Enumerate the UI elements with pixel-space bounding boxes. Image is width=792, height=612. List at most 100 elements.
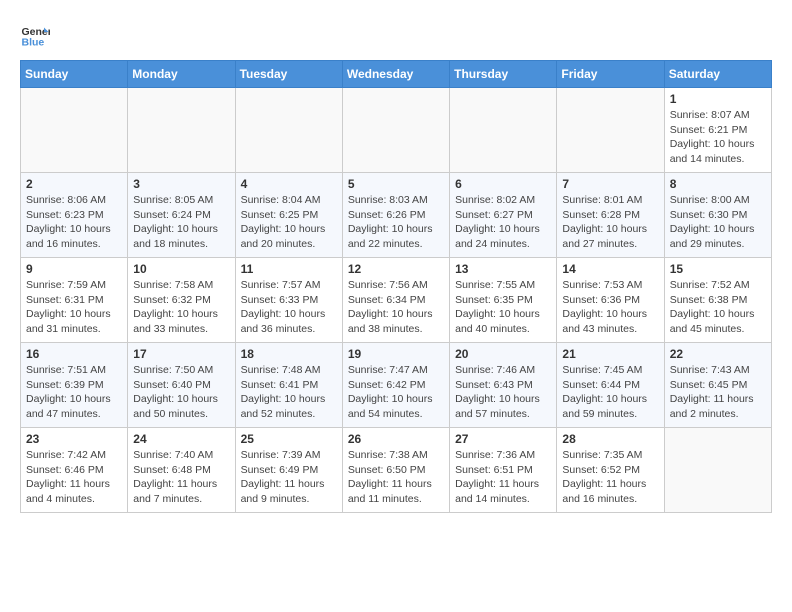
calendar-day-5: 5Sunrise: 8:03 AM Sunset: 6:26 PM Daylig… [342, 173, 449, 258]
day-number: 12 [348, 262, 444, 276]
day-number: 10 [133, 262, 229, 276]
calendar-day-24: 24 Sunrise: 7:40 AM Sunset: 6:48 PM Dayli… [128, 428, 235, 513]
calendar-empty-cell [450, 88, 557, 173]
calendar-day-21: 21 Sunrise: 7:45 AM Sunset: 6:44 PM Dayli… [557, 343, 664, 428]
day-info: Sunrise: 8:06 AM Sunset: 6:23 PM Dayligh… [26, 193, 122, 252]
day-info: Sunrise: 7:36 AM Sunset: 6:51 PM Dayligh… [455, 448, 551, 507]
calendar-empty-cell [664, 428, 771, 513]
calendar-day-18: 18 Sunrise: 7:48 AM Sunset: 6:41 PM Dayli… [235, 343, 342, 428]
day-info: Sunrise: 7:53 AM Sunset: 6:36 PM Dayligh… [562, 278, 658, 337]
calendar-week-row: 2 Sunrise: 8:06 AM Sunset: 6:23 PM Daylig… [21, 173, 772, 258]
day-info: Sunrise: 7:52 AM Sunset: 6:38 PM Dayligh… [670, 278, 766, 337]
day-number: 15 [670, 262, 766, 276]
day-number: 6 [455, 177, 551, 191]
day-number: 5 [348, 177, 444, 191]
weekday-header-sunday: Sunday [21, 61, 128, 88]
day-number: 14 [562, 262, 658, 276]
day-number: 1 [670, 92, 766, 106]
day-number: 4 [241, 177, 337, 191]
day-info: Sunrise: 7:59 AM Sunset: 6:31 PM Dayligh… [26, 278, 122, 337]
calendar-empty-cell [557, 88, 664, 173]
calendar-week-row: 16 Sunrise: 7:51 AM Sunset: 6:39 PM Dayli… [21, 343, 772, 428]
day-info: Sunrise: 8:02 AM Sunset: 6:27 PM Dayligh… [455, 193, 551, 252]
day-number: 23 [26, 432, 122, 446]
day-info: Sunrise: 7:51 AM Sunset: 6:39 PM Dayligh… [26, 363, 122, 422]
day-number: 9 [26, 262, 122, 276]
calendar-day-7: 7 Sunrise: 8:01 AM Sunset: 6:28 PM Daylig… [557, 173, 664, 258]
calendar-day-27: 27Sunrise: 7:36 AM Sunset: 6:51 PM Dayli… [450, 428, 557, 513]
calendar-day-10: 10 Sunrise: 7:58 AM Sunset: 6:32 PM Dayli… [128, 258, 235, 343]
day-number: 16 [26, 347, 122, 361]
day-info: Sunrise: 7:38 AM Sunset: 6:50 PM Dayligh… [348, 448, 444, 507]
day-number: 3 [133, 177, 229, 191]
weekday-header-tuesday: Tuesday [235, 61, 342, 88]
calendar-day-20: 20 Sunrise: 7:46 AM Sunset: 6:43 PM Dayli… [450, 343, 557, 428]
day-info: Sunrise: 7:47 AM Sunset: 6:42 PM Dayligh… [348, 363, 444, 422]
calendar-day-9: 9 Sunrise: 7:59 AM Sunset: 6:31 PM Daylig… [21, 258, 128, 343]
calendar-empty-cell [128, 88, 235, 173]
weekday-header-monday: Monday [128, 61, 235, 88]
calendar-empty-cell [21, 88, 128, 173]
calendar-week-row: 9 Sunrise: 7:59 AM Sunset: 6:31 PM Daylig… [21, 258, 772, 343]
day-number: 11 [241, 262, 337, 276]
calendar-empty-cell [342, 88, 449, 173]
calendar-day-1: 1 Sunrise: 8:07 AM Sunset: 6:21 PM Daylig… [664, 88, 771, 173]
day-info: Sunrise: 7:46 AM Sunset: 6:43 PM Dayligh… [455, 363, 551, 422]
day-info: Sunrise: 7:35 AM Sunset: 6:52 PM Dayligh… [562, 448, 658, 507]
calendar-day-2: 2 Sunrise: 8:06 AM Sunset: 6:23 PM Daylig… [21, 173, 128, 258]
calendar-day-15: 15 Sunrise: 7:52 AM Sunset: 6:38 PM Dayli… [664, 258, 771, 343]
day-number: 22 [670, 347, 766, 361]
weekday-header-saturday: Saturday [664, 61, 771, 88]
day-number: 24 [133, 432, 229, 446]
day-info: Sunrise: 8:05 AM Sunset: 6:24 PM Dayligh… [133, 193, 229, 252]
day-number: 21 [562, 347, 658, 361]
day-number: 18 [241, 347, 337, 361]
day-info: Sunrise: 7:45 AM Sunset: 6:44 PM Dayligh… [562, 363, 658, 422]
calendar-day-8: 8 Sunrise: 8:00 AM Sunset: 6:30 PM Daylig… [664, 173, 771, 258]
weekday-header-friday: Friday [557, 61, 664, 88]
logo-icon: General Blue [20, 20, 50, 50]
calendar-day-17: 17Sunrise: 7:50 AM Sunset: 6:40 PM Dayli… [128, 343, 235, 428]
day-info: Sunrise: 7:57 AM Sunset: 6:33 PM Dayligh… [241, 278, 337, 337]
calendar-day-12: 12Sunrise: 7:56 AM Sunset: 6:34 PM Dayli… [342, 258, 449, 343]
calendar-day-14: 14 Sunrise: 7:53 AM Sunset: 6:36 PM Dayli… [557, 258, 664, 343]
day-info: Sunrise: 8:04 AM Sunset: 6:25 PM Dayligh… [241, 193, 337, 252]
calendar-day-23: 23 Sunrise: 7:42 AM Sunset: 6:46 PM Dayli… [21, 428, 128, 513]
day-info: Sunrise: 8:00 AM Sunset: 6:30 PM Dayligh… [670, 193, 766, 252]
calendar-empty-cell [235, 88, 342, 173]
day-info: Sunrise: 7:40 AM Sunset: 6:48 PM Dayligh… [133, 448, 229, 507]
day-number: 8 [670, 177, 766, 191]
day-number: 7 [562, 177, 658, 191]
calendar-day-4: 4 Sunrise: 8:04 AM Sunset: 6:25 PM Daylig… [235, 173, 342, 258]
calendar-day-6: 6 Sunrise: 8:02 AM Sunset: 6:27 PM Daylig… [450, 173, 557, 258]
calendar-day-28: 28 Sunrise: 7:35 AM Sunset: 6:52 PM Dayli… [557, 428, 664, 513]
weekday-header-wednesday: Wednesday [342, 61, 449, 88]
day-info: Sunrise: 8:07 AM Sunset: 6:21 PM Dayligh… [670, 108, 766, 167]
calendar-day-26: 26Sunrise: 7:38 AM Sunset: 6:50 PM Dayli… [342, 428, 449, 513]
logo: General Blue [20, 20, 54, 50]
calendar-day-25: 25Sunrise: 7:39 AM Sunset: 6:49 PM Dayli… [235, 428, 342, 513]
day-number: 28 [562, 432, 658, 446]
weekday-header-thursday: Thursday [450, 61, 557, 88]
calendar-header-row: SundayMondayTuesdayWednesdayThursdayFrid… [21, 61, 772, 88]
day-number: 20 [455, 347, 551, 361]
day-number: 2 [26, 177, 122, 191]
calendar-body: 1 Sunrise: 8:07 AM Sunset: 6:21 PM Daylig… [21, 88, 772, 513]
calendar-table: SundayMondayTuesdayWednesdayThursdayFrid… [20, 60, 772, 513]
day-info: Sunrise: 7:48 AM Sunset: 6:41 PM Dayligh… [241, 363, 337, 422]
day-number: 13 [455, 262, 551, 276]
day-info: Sunrise: 8:01 AM Sunset: 6:28 PM Dayligh… [562, 193, 658, 252]
calendar-week-row: 1 Sunrise: 8:07 AM Sunset: 6:21 PM Daylig… [21, 88, 772, 173]
day-info: Sunrise: 7:42 AM Sunset: 6:46 PM Dayligh… [26, 448, 122, 507]
svg-text:Blue: Blue [22, 37, 45, 49]
day-number: 17 [133, 347, 229, 361]
day-info: Sunrise: 7:58 AM Sunset: 6:32 PM Dayligh… [133, 278, 229, 337]
calendar-day-11: 11 Sunrise: 7:57 AM Sunset: 6:33 PM Dayli… [235, 258, 342, 343]
page-header: General Blue [20, 20, 772, 50]
calendar-day-13: 13 Sunrise: 7:55 AM Sunset: 6:35 PM Dayli… [450, 258, 557, 343]
calendar-day-16: 16 Sunrise: 7:51 AM Sunset: 6:39 PM Dayli… [21, 343, 128, 428]
day-info: Sunrise: 7:39 AM Sunset: 6:49 PM Dayligh… [241, 448, 337, 507]
calendar-day-3: 3 Sunrise: 8:05 AM Sunset: 6:24 PM Daylig… [128, 173, 235, 258]
day-info: Sunrise: 7:55 AM Sunset: 6:35 PM Dayligh… [455, 278, 551, 337]
calendar-day-19: 19Sunrise: 7:47 AM Sunset: 6:42 PM Dayli… [342, 343, 449, 428]
